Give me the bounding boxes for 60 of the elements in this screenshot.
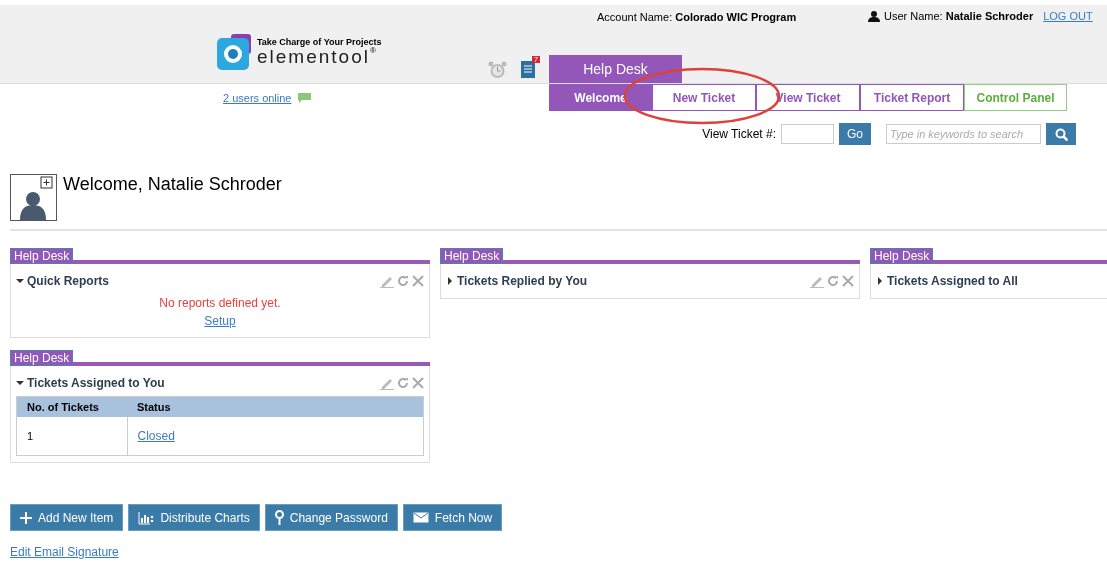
caret-icon[interactable] xyxy=(16,277,24,285)
widget-title: Quick Reports xyxy=(27,274,110,288)
close-icon[interactable] xyxy=(412,377,424,389)
caret-icon[interactable] xyxy=(446,277,454,285)
refresh-icon[interactable] xyxy=(827,275,839,287)
setup-link[interactable]: Setup xyxy=(204,314,236,328)
nav-tab[interactable]: New Ticket xyxy=(652,84,756,111)
view-ticket-label: View Ticket #: xyxy=(702,127,776,141)
logo-name: elementool xyxy=(257,47,370,66)
action-button[interactable]: Fetch Now xyxy=(402,504,503,531)
user-name: User Name: Natalie Schroder xyxy=(884,10,1034,22)
refresh-icon[interactable] xyxy=(397,275,409,287)
widget-tag: Help Desk xyxy=(10,350,74,366)
logo-icon xyxy=(217,34,253,70)
action-button[interactable]: Change Password xyxy=(264,504,398,531)
caret-icon[interactable] xyxy=(16,379,24,387)
widget-tag: Help Desk xyxy=(870,248,934,264)
search-icon xyxy=(1054,127,1068,141)
caret-icon[interactable] xyxy=(876,277,884,285)
table-cell: 1 xyxy=(27,430,34,442)
chat-icon[interactable] xyxy=(297,93,311,103)
user-icon xyxy=(868,10,880,22)
welcome-heading: Welcome, Natalie Schroder xyxy=(63,174,282,196)
mail-icon xyxy=(412,512,429,523)
pencil-icon[interactable] xyxy=(380,376,394,390)
pin-icon xyxy=(274,510,284,525)
notebook-icon[interactable] xyxy=(521,60,536,78)
logout-link[interactable]: LOG OUT xyxy=(1043,10,1093,22)
search-button[interactable] xyxy=(1046,123,1076,145)
empty-message: No reports defined yet. xyxy=(159,296,281,310)
chart-icon xyxy=(138,510,155,525)
go-button[interactable]: Go xyxy=(839,123,871,145)
widget-tag: Help Desk xyxy=(10,248,74,264)
column-header: Status xyxy=(127,396,424,417)
action-button[interactable]: Distribute Charts xyxy=(128,504,260,531)
registered-mark: ® xyxy=(369,47,376,55)
close-icon[interactable] xyxy=(412,275,424,287)
nav-tab[interactable]: Ticket Report xyxy=(860,84,964,111)
close-icon[interactable] xyxy=(842,275,854,287)
refresh-icon[interactable] xyxy=(397,377,409,389)
plus-icon xyxy=(20,511,32,524)
search-field[interactable]: Type in keywords to search xyxy=(886,124,1041,144)
nav-tab[interactable]: Control Panel xyxy=(964,84,1067,111)
status-link[interactable]: Closed xyxy=(137,429,175,443)
edit-signature-link[interactable]: Edit Email Signature xyxy=(10,545,119,559)
ticket-number-field[interactable] xyxy=(781,124,834,144)
users-online-link[interactable]: 2 users online xyxy=(223,92,292,104)
avatar[interactable] xyxy=(10,174,57,221)
column-header: No. of Tickets xyxy=(16,396,127,417)
logo-tagline: Take Charge of Your Projects xyxy=(257,38,382,47)
pencil-icon[interactable] xyxy=(380,274,394,288)
alarm-clock-icon[interactable] xyxy=(488,61,507,81)
widget-title: Tickets Assigned to You xyxy=(27,376,165,390)
action-button[interactable]: Add New Item xyxy=(10,504,124,531)
account-name: Account Name: Colorado WIC Program xyxy=(597,11,797,23)
widget-title: Tickets Assigned to All xyxy=(887,274,1018,288)
widget-tag: Help Desk xyxy=(440,248,504,264)
pencil-icon[interactable] xyxy=(810,274,824,288)
widget-title: Tickets Replied by You xyxy=(457,274,588,288)
module-tab[interactable]: Help Desk xyxy=(549,55,682,83)
